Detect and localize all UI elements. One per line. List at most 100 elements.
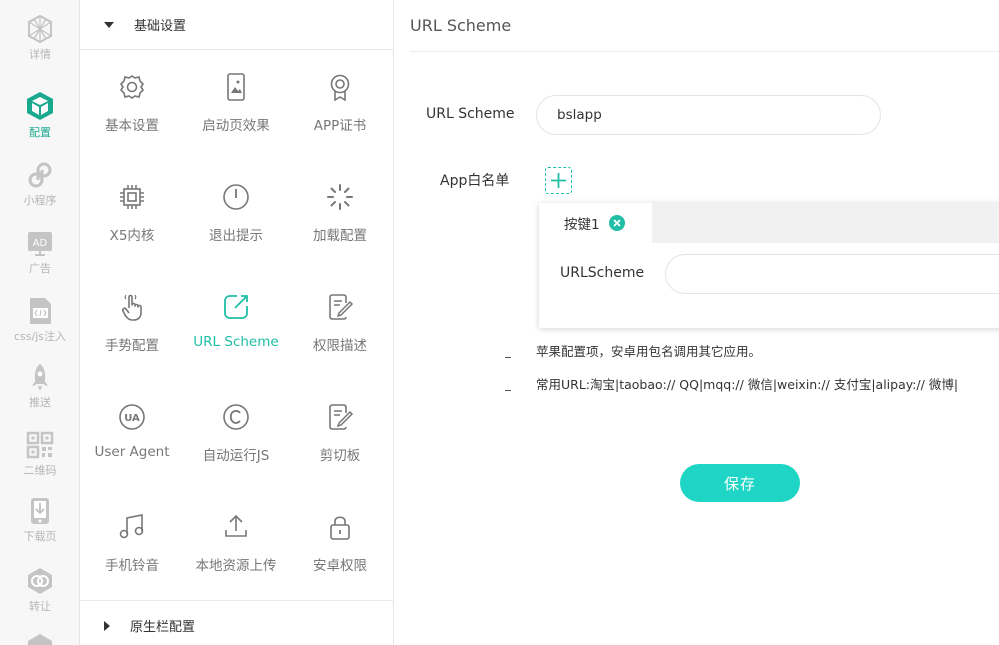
rail-label: 二维码 bbox=[23, 464, 57, 477]
feature-label: 加载配置 bbox=[313, 228, 367, 244]
rail-item-qrcode[interactable]: 二维码 bbox=[0, 430, 79, 478]
rail-item-download-page[interactable]: 下载页 bbox=[0, 496, 79, 544]
rail-label: 配置 bbox=[29, 126, 51, 139]
hint-bullet bbox=[505, 357, 511, 358]
rail-label: 转让 bbox=[29, 600, 51, 613]
feature-label: 剪切板 bbox=[319, 448, 361, 464]
feature-label: 基本设置 bbox=[105, 118, 159, 134]
rail-label: 详情 bbox=[29, 48, 51, 61]
hint-bullet bbox=[505, 390, 511, 391]
copyright-icon bbox=[223, 404, 249, 430]
feature-x5-kernel[interactable]: X5内核 bbox=[80, 182, 184, 244]
feature-gesture-config[interactable]: 手势配置 bbox=[80, 292, 184, 354]
clipboard-edit-icon bbox=[329, 404, 354, 430]
feature-label: 手机铃音 bbox=[105, 558, 159, 574]
url-scheme-label: URL Scheme bbox=[426, 106, 515, 122]
rail-item-more[interactable] bbox=[0, 632, 79, 645]
feature-basic-settings[interactable]: 基本设置 bbox=[80, 72, 184, 134]
hint-text-2: 常用URL:淘宝|taobao:// QQ|mqq:// 微信|weixin:/… bbox=[536, 377, 959, 392]
transfer-icon bbox=[28, 568, 52, 594]
plus-icon bbox=[551, 173, 566, 188]
feature-label: 自动运行JS bbox=[202, 448, 270, 464]
feature-clipboard[interactable]: 剪切板 bbox=[288, 402, 392, 464]
feature-launch-screen[interactable]: 启动页效果 bbox=[184, 72, 288, 134]
feature-ringtone[interactable]: 手机铃音 bbox=[80, 512, 184, 574]
feature-label: 安卓权限 bbox=[313, 558, 367, 574]
urlscheme-field-input[interactable] bbox=[665, 254, 999, 294]
rail-item-config[interactable]: 配置 bbox=[0, 90, 79, 140]
feature-android-permission[interactable]: 安卓权限 bbox=[288, 512, 392, 574]
svg-text:AD: AD bbox=[33, 238, 48, 249]
tab-bar: 按键1 bbox=[539, 203, 999, 243]
feature-label: 退出提示 bbox=[209, 228, 263, 244]
feature-permission-desc[interactable]: 权限描述 bbox=[288, 292, 392, 354]
rail-item-mini-program[interactable]: 小程序 bbox=[0, 160, 79, 208]
tab-close-button[interactable] bbox=[608, 215, 625, 231]
section-basic-settings[interactable]: 基础设置 bbox=[80, 0, 394, 50]
app-root: 详情 配置 小程序 AD 广告 css/js注入 推送 二维码 下载页 转让 基… bbox=[0, 0, 999, 645]
rocket-icon bbox=[32, 364, 48, 391]
feature-label: APP证书 bbox=[313, 118, 367, 134]
rail-item-transfer[interactable]: 转让 bbox=[0, 566, 79, 614]
rail-label: css/js注入 bbox=[13, 330, 66, 343]
save-button[interactable]: 保存 bbox=[680, 464, 800, 502]
hand-pointer-icon bbox=[122, 294, 142, 321]
feature-label: 本地资源上传 bbox=[195, 558, 277, 574]
rail-label: 下载页 bbox=[23, 530, 57, 543]
certificate-icon bbox=[330, 74, 350, 102]
qrcode-icon bbox=[26, 431, 54, 459]
feature-label: User Agent bbox=[94, 444, 170, 460]
mini-program-icon bbox=[28, 162, 52, 188]
caret-right-icon bbox=[104, 620, 110, 631]
left-rail: 详情 配置 小程序 AD 广告 css/js注入 推送 二维码 下载页 转让 bbox=[0, 0, 80, 645]
close-icon bbox=[612, 219, 621, 227]
section-title: 基础设置 bbox=[134, 19, 187, 34]
feature-loading-config[interactable]: 加载配置 bbox=[288, 182, 392, 244]
cube-icon bbox=[27, 92, 53, 120]
chip-icon bbox=[120, 185, 144, 209]
feature-exit-prompt[interactable]: 退出提示 bbox=[184, 182, 288, 244]
rail-item-push[interactable]: 推送 bbox=[0, 362, 79, 410]
rail-item-injection[interactable]: css/js注入 bbox=[0, 296, 79, 344]
url-scheme-input[interactable] bbox=[536, 95, 881, 135]
main-content: URL Scheme URL Scheme App白名单 按键1 bbox=[394, 0, 999, 645]
feature-url-scheme[interactable]: URL Scheme bbox=[184, 292, 288, 350]
edit-doc-icon bbox=[329, 294, 354, 320]
lock-icon bbox=[330, 516, 350, 540]
feature-auto-run-js[interactable]: 自动运行JS bbox=[184, 402, 288, 464]
section-title: 原生栏配置 bbox=[130, 620, 196, 635]
music-icon bbox=[119, 514, 144, 539]
feature-label: 启动页效果 bbox=[202, 118, 270, 134]
tab-key-1[interactable]: 按键1 bbox=[539, 203, 652, 243]
caret-down-icon bbox=[104, 21, 114, 28]
ad-icon: AD bbox=[28, 232, 52, 256]
feature-panel: 基础设置 基本设置 启动页效果 APP证书 X5内核 退出提示 加载配置 手势配… bbox=[80, 0, 394, 645]
rail-item-ads[interactable]: AD 广告 bbox=[0, 228, 79, 276]
power-icon bbox=[223, 184, 249, 210]
urlscheme-field-label: URLScheme bbox=[560, 265, 645, 281]
feature-local-upload[interactable]: 本地资源上传 bbox=[184, 512, 288, 574]
whitelist-label: App白名单 bbox=[440, 173, 510, 189]
rail-item-details[interactable]: 详情 bbox=[0, 14, 79, 62]
hint-text-1: 苹果配置项，安卓用包名调用其它应用。 bbox=[536, 344, 762, 359]
upload-icon bbox=[225, 514, 247, 537]
svg-text:UA: UA bbox=[124, 413, 140, 424]
url-scheme-icon bbox=[224, 295, 248, 319]
launch-screen-icon bbox=[227, 73, 245, 101]
whitelist-card: 按键1 URLScheme bbox=[539, 203, 999, 328]
rail-label: 推送 bbox=[29, 396, 51, 409]
rail-label: 广告 bbox=[29, 262, 51, 275]
add-whitelist-button[interactable] bbox=[545, 167, 572, 194]
section-native-bar[interactable]: 原生栏配置 bbox=[80, 600, 394, 645]
feature-label: X5内核 bbox=[109, 228, 155, 244]
loading-icon bbox=[327, 184, 353, 210]
download-page-icon bbox=[31, 498, 49, 524]
gear-icon bbox=[119, 75, 145, 99]
globe-icon bbox=[28, 14, 52, 44]
feature-app-certificate[interactable]: APP证书 bbox=[288, 72, 392, 134]
ua-icon: UA bbox=[119, 404, 145, 430]
code-file-icon bbox=[30, 298, 51, 324]
feature-label: URL Scheme bbox=[193, 334, 279, 350]
more-icon bbox=[28, 634, 52, 645]
feature-user-agent[interactable]: UA User Agent bbox=[80, 402, 184, 460]
